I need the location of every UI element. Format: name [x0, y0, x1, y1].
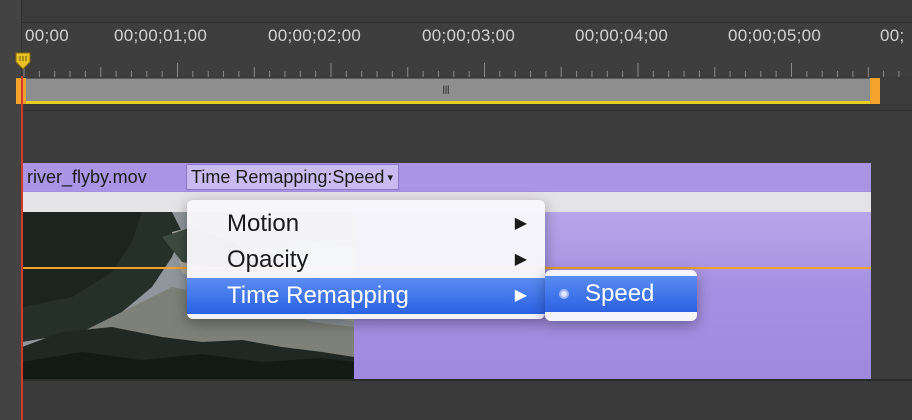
context-menu: Motion ▶ Opacity ▶ Time Remapping ▶: [187, 200, 545, 319]
clip-name: river_flyby.mov: [27, 167, 147, 187]
time-ruler[interactable]: 00;00 00;00;01;00 00;00;02;00 00;00;03;0…: [22, 22, 912, 77]
empty-track: [22, 379, 912, 420]
submenu-item-speed[interactable]: Speed: [545, 276, 697, 312]
radio-dot-icon: [559, 289, 569, 299]
playhead-line[interactable]: [21, 76, 23, 420]
timecode-label: 00;00;04;00: [575, 26, 669, 45]
playhead-handle[interactable]: [15, 52, 31, 76]
timecode-label: 00;00;05;00: [728, 26, 822, 45]
timecode-label: 00;00;02;00: [268, 26, 362, 45]
work-area-grip[interactable]: III: [442, 83, 450, 97]
menu-item-time-remapping[interactable]: Time Remapping ▶: [187, 278, 545, 314]
time-remapping-submenu: Speed: [545, 270, 697, 321]
clip-property-dropdown[interactable]: Time Remapping:Speed ▾: [186, 164, 399, 190]
clip-header: river_flyby.mov Time Remapping:Speed ▾: [22, 163, 871, 191]
submenu-arrow-icon: ▶: [514, 251, 527, 268]
chevron-down-icon: ▾: [387, 172, 393, 184]
menu-item-label: Time Remapping: [227, 282, 409, 309]
timecode-label: 00;: [880, 26, 905, 45]
work-area-bar[interactable]: III: [22, 78, 880, 104]
timecode-label: 00;00: [25, 26, 70, 45]
timecode-label: 00;00;01;00: [114, 26, 208, 45]
menu-item-label: Motion: [227, 210, 300, 237]
menu-item-opacity[interactable]: Opacity ▶: [187, 242, 545, 278]
track-separator: [22, 110, 912, 111]
work-area-end-handle[interactable]: [870, 78, 880, 104]
ruler-ticks: [23, 63, 900, 77]
clip-property-label: Time Remapping:Speed: [191, 167, 385, 187]
menu-item-motion[interactable]: Motion ▶: [187, 206, 545, 242]
timecode-label: 00;00;03;00: [422, 26, 516, 45]
menu-item-label: Opacity: [227, 246, 309, 273]
submenu-item-label: Speed: [585, 280, 655, 307]
submenu-arrow-icon: ▶: [514, 287, 527, 304]
submenu-arrow-icon: ▶: [514, 215, 527, 232]
